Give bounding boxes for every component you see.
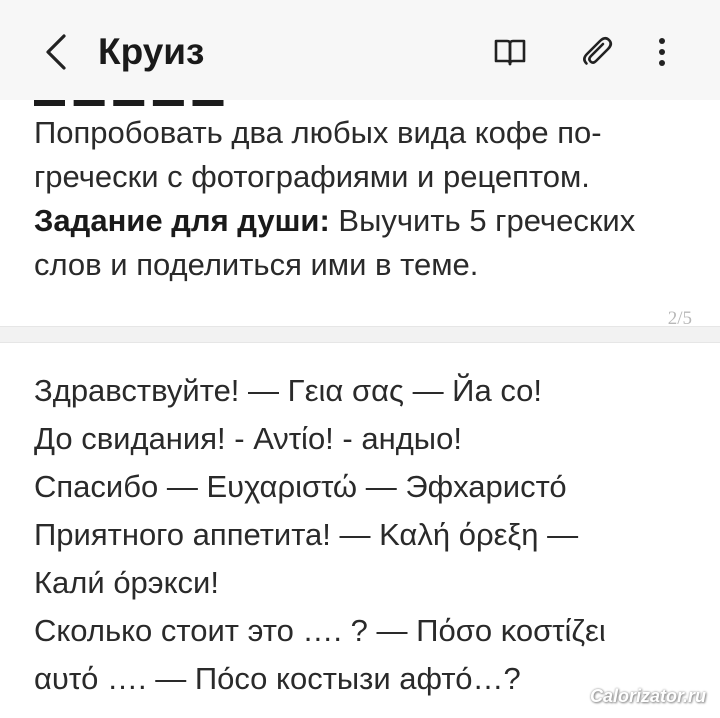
attach-button[interactable] [575, 28, 619, 76]
page-title: Круиз [98, 31, 205, 72]
phrases-list: Здравствуйте! — Γεια σας — Йа со! До сви… [34, 367, 704, 703]
card-divider [0, 327, 720, 342]
text-line: Попробовать два любых вида кофе по- [34, 115, 602, 150]
paperclip-icon [583, 36, 613, 65]
page-counter: 2/5 [667, 308, 692, 327]
text-line: слов и поделиться ими в теме. [34, 247, 479, 282]
task-label: Задание для души: [34, 203, 330, 238]
phrase-line: Здравствуйте! — Γεια σας — Йа со! [34, 373, 543, 408]
task-text: Выучить 5 греческих [329, 203, 636, 238]
text-line: гречески с фотографиями и рецептом. [34, 159, 590, 194]
back-button[interactable] [36, 28, 76, 76]
phrase-line: Кали́ о́рэкси! [34, 565, 219, 600]
text-line: Задание для души: Выучить 5 греческих [34, 199, 704, 243]
phrase-line: Спасибо — Ευχαριστώ — Эфхаристо́ [34, 469, 567, 504]
vertical-ellipsis-icon [659, 38, 665, 66]
note-card-previous[interactable]: ▬ ▬ ▬ ▬ ▬ Попробовать два любых вида коф… [0, 100, 720, 327]
open-book-icon [494, 39, 526, 66]
phrase-line: Сколько стоит это …. ? — Πόσο κοστίζει [34, 613, 606, 648]
chevron-left-icon [46, 34, 66, 70]
phrase-line: Приятного аппетита! — Καλή όρεξη — [34, 517, 579, 552]
note-card-phrases[interactable]: Здравствуйте! — Γεια σας — Йа со! До сви… [0, 342, 720, 718]
note-text: Попробовать два любых вида кофе по- греч… [34, 111, 704, 287]
more-options-button[interactable] [640, 28, 684, 76]
phrase-line: До свидания! - Αντίο! - андыо! [34, 421, 462, 456]
reading-mode-button[interactable] [488, 28, 532, 76]
watermark: Calorizator.ru [589, 686, 706, 706]
app-header: Круиз [0, 0, 720, 100]
